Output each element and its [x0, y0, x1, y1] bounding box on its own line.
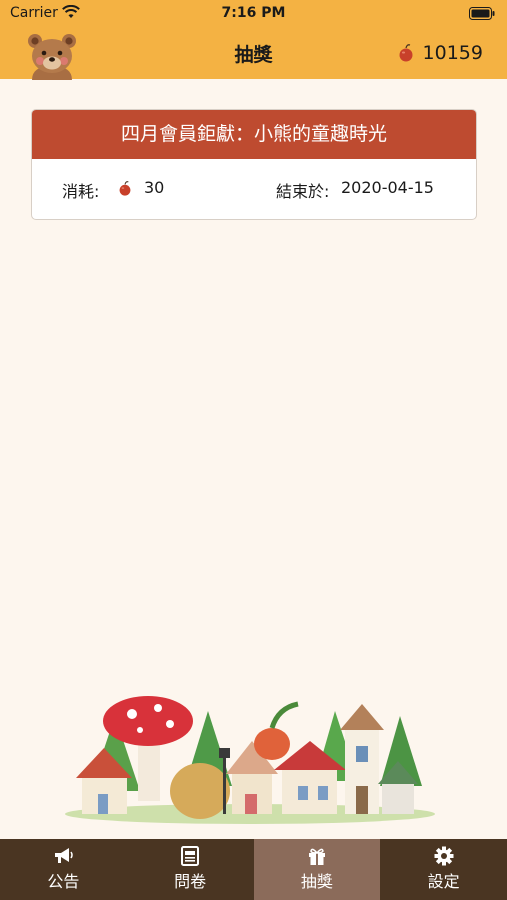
tab-bar: 公告 問卷 抽獎 設定 [0, 839, 507, 900]
tab-label: 問卷 [174, 872, 207, 891]
apple-icon [399, 44, 413, 62]
tab-label: 公告 [47, 872, 80, 891]
tab-settings[interactable]: 設定 [380, 839, 507, 900]
tab-announcements[interactable]: 公告 [0, 839, 127, 900]
form-icon [181, 846, 200, 866]
apple-icon [119, 181, 131, 196]
tab-label: 設定 [427, 872, 460, 891]
village-illustration [65, 696, 435, 824]
tab-survey[interactable]: 問卷 [127, 839, 254, 900]
status-bar: Carrier 7:16 PM [0, 0, 507, 26]
tab-lottery[interactable]: 抽獎 [253, 839, 381, 900]
event-title: 四月會員鉅獻：小熊的童趣時光 [32, 110, 476, 159]
battery-icon [469, 7, 495, 20]
cost-label: 消耗: [62, 182, 100, 201]
nav-bar: 抽獎 10159 [0, 26, 507, 80]
end-date-value: 2020-04-15 [341, 178, 434, 197]
gift-icon [308, 848, 325, 865]
megaphone-icon [55, 848, 74, 863]
end-date-label: 結束於: [276, 182, 330, 201]
lottery-event-card[interactable]: 四月會員鉅獻：小熊的童趣時光 消耗: 30 結束於: 2020-04-15 [31, 109, 477, 220]
points-display: 10159 [398, 41, 483, 65]
event-details: 消耗: 30 結束於: 2020-04-15 [32, 159, 476, 219]
cost-value: 30 [144, 178, 165, 197]
points-value: 10159 [422, 42, 483, 64]
gear-icon [434, 846, 454, 866]
app-header: Carrier 7:16 PM 抽獎 10159 [0, 0, 507, 80]
tab-label: 抽獎 [300, 872, 333, 891]
status-time: 7:16 PM [221, 5, 286, 21]
